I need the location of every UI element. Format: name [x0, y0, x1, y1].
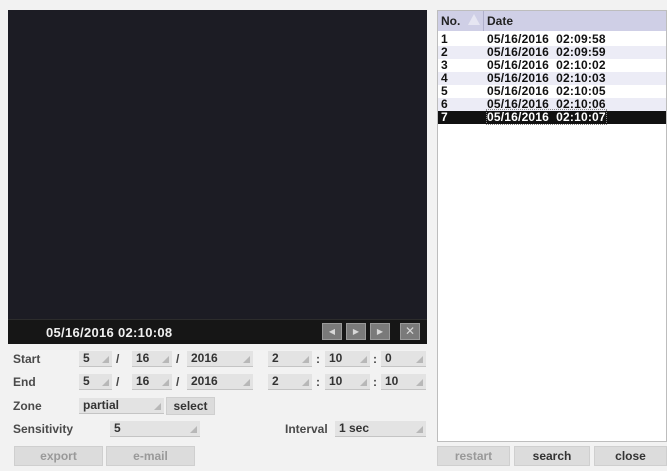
search-button[interactable]: search — [514, 446, 590, 466]
time-separator: : — [316, 352, 320, 366]
start-month-value: 5 — [83, 351, 90, 365]
row-number: 6 — [441, 97, 448, 111]
close-button[interactable]: close — [594, 446, 667, 466]
video-display — [8, 10, 427, 319]
start-second-field[interactable]: 0 — [381, 351, 426, 367]
dropdown-icon — [154, 403, 161, 410]
play-button[interactable]: ▶ — [346, 323, 366, 340]
start-hour-value: 2 — [272, 351, 279, 365]
end-month-field[interactable]: 5 — [79, 374, 112, 390]
dropdown-icon — [162, 379, 169, 386]
zone-value: partial — [83, 398, 120, 412]
end-second-field[interactable]: 10 — [381, 374, 426, 390]
interval-label: Interval — [285, 422, 328, 436]
end-hour-field[interactable]: 2 — [268, 374, 312, 390]
zone-label: Zone — [13, 399, 42, 413]
row-number: 7 — [441, 110, 448, 124]
start-year-value: 2016 — [191, 351, 218, 365]
stop-button[interactable]: ✕ — [400, 323, 420, 340]
date-separator: / — [176, 352, 180, 366]
row-number: 1 — [441, 32, 448, 46]
time-separator: : — [316, 375, 320, 389]
dropdown-icon — [416, 379, 423, 386]
dropdown-icon — [102, 379, 109, 386]
start-month-field[interactable]: 5 — [79, 351, 112, 367]
dropdown-icon — [360, 356, 367, 363]
zone-select[interactable]: partial — [79, 398, 164, 414]
restart-button[interactable]: restart — [437, 446, 510, 466]
dropdown-icon — [302, 356, 309, 363]
play-icon: ▶ — [352, 327, 360, 336]
next-icon: ▶ — [376, 327, 384, 336]
column-header-date[interactable]: Date — [487, 14, 513, 28]
interval-select[interactable]: 1 sec — [335, 421, 426, 437]
start-year-field[interactable]: 2016 — [187, 351, 253, 367]
sensitivity-value: 5 — [114, 421, 121, 435]
dropdown-icon — [190, 426, 197, 433]
row-date: 05/16/2016 02:09:58 — [487, 32, 606, 46]
date-separator: / — [116, 375, 120, 389]
end-day-value: 16 — [136, 374, 150, 388]
table-header: No. Date — [438, 11, 666, 31]
playback-timestamp: 05/16/2016 02:10:08 — [46, 325, 173, 340]
row-date: 05/16/2016 02:10:02 — [487, 58, 606, 72]
export-button[interactable]: export — [14, 446, 103, 466]
select-zone-button[interactable]: select — [166, 397, 215, 415]
end-year-field[interactable]: 2016 — [187, 374, 253, 390]
start-day-field[interactable]: 16 — [132, 351, 172, 367]
end-label: End — [13, 375, 36, 389]
column-divider — [483, 11, 484, 31]
row-date: 05/16/2016 02:10:07 — [486, 109, 607, 125]
end-month-value: 5 — [83, 374, 90, 388]
next-button[interactable]: ▶ — [370, 323, 390, 340]
close-icon: ✕ — [404, 324, 416, 338]
row-date: 05/16/2016 02:09:59 — [487, 45, 606, 59]
end-day-field[interactable]: 16 — [132, 374, 172, 390]
dropdown-icon — [360, 379, 367, 386]
start-second-value: 0 — [385, 351, 392, 365]
interval-value: 1 sec — [339, 421, 370, 435]
start-minute-field[interactable]: 10 — [325, 351, 370, 367]
email-button[interactable]: e-mail — [106, 446, 195, 466]
sensitivity-label: Sensitivity — [13, 422, 74, 436]
start-day-value: 16 — [136, 351, 150, 365]
dropdown-icon — [102, 356, 109, 363]
end-year-value: 2016 — [191, 374, 218, 388]
end-minute-value: 10 — [329, 374, 343, 388]
dropdown-icon — [302, 379, 309, 386]
end-minute-field[interactable]: 10 — [325, 374, 370, 390]
dropdown-icon — [162, 356, 169, 363]
start-hour-field[interactable]: 2 — [268, 351, 312, 367]
start-minute-value: 10 — [329, 351, 343, 365]
sort-ascending-icon — [468, 14, 480, 25]
prev-icon: ◀ — [328, 327, 336, 336]
row-number: 2 — [441, 45, 448, 59]
dropdown-icon — [243, 356, 250, 363]
row-date: 05/16/2016 02:10:06 — [487, 97, 606, 111]
end-hour-value: 2 — [272, 374, 279, 388]
row-number: 4 — [441, 71, 448, 85]
dropdown-icon — [416, 426, 423, 433]
row-number: 3 — [441, 58, 448, 72]
prev-button[interactable]: ◀ — [322, 323, 342, 340]
results-table[interactable]: No. Date 1 05/16/2016 02:09:58 2 05/16/2016… — [437, 10, 667, 442]
start-label: Start — [13, 352, 41, 366]
sensitivity-select[interactable]: 5 — [110, 421, 200, 437]
end-second-value: 10 — [385, 374, 399, 388]
row-number: 5 — [441, 84, 448, 98]
dropdown-icon — [243, 379, 250, 386]
dropdown-icon — [416, 356, 423, 363]
row-date: 05/16/2016 02:10:05 — [487, 84, 606, 98]
date-separator: / — [176, 375, 180, 389]
column-header-no[interactable]: No. — [441, 14, 460, 28]
table-row[interactable]: 7 05/16/2016 02:10:07 — [438, 109, 666, 125]
time-separator: : — [373, 375, 377, 389]
time-separator: : — [373, 352, 377, 366]
row-date: 05/16/2016 02:10:03 — [487, 71, 606, 85]
date-separator: / — [116, 352, 120, 366]
